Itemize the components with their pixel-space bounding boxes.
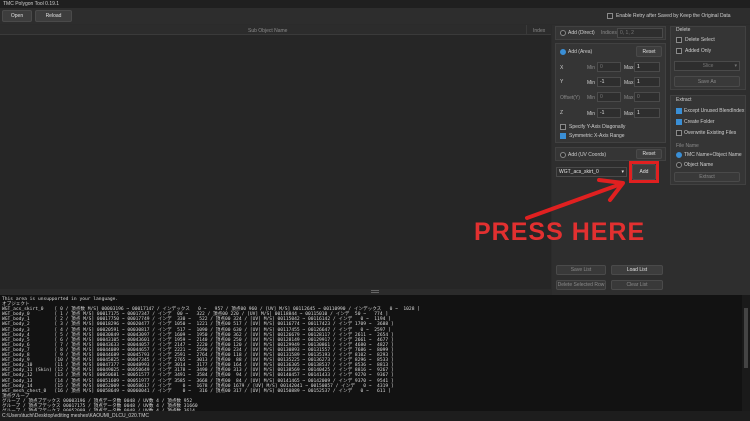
overwrite-label: Overwrite Existing Files: [684, 130, 737, 136]
header-divider: [526, 25, 527, 35]
y-min-label: Min: [587, 80, 596, 86]
x-max-input[interactable]: 1: [634, 62, 660, 72]
clear-list-button[interactable]: Clear List: [611, 280, 663, 290]
slice-dropdown-value: Slice: [702, 63, 714, 69]
log-console[interactable]: This area is unsupported in your languag…: [0, 295, 742, 411]
z-max-input[interactable]: 1: [634, 108, 660, 118]
delete-select-label: Delete Select: [685, 37, 715, 43]
sub-object-list[interactable]: [0, 25, 551, 289]
indices-label: Indices: [601, 30, 617, 36]
object-select-value: WGT_acs_skirt_0: [559, 169, 599, 175]
object-name-label: Object Name: [684, 162, 714, 168]
delete-title: Delete: [676, 27, 691, 33]
reload-button[interactable]: Reload: [35, 10, 72, 22]
offset-max-label: Max: [624, 95, 634, 101]
extract-title: Extract: [676, 97, 692, 103]
symmetric-x-axis-checkbox[interactable]: [560, 133, 566, 139]
index-header[interactable]: Index: [533, 28, 545, 34]
chevron-down-icon: ▾: [621, 169, 624, 175]
open-button[interactable]: Open: [2, 10, 32, 22]
specify-y-axis-label: Specify Y-Axis Diagonally: [569, 124, 626, 130]
log-scrollbar-thumb[interactable]: [744, 308, 748, 368]
specify-y-axis-checkbox[interactable]: [560, 124, 566, 130]
offset-min-label: Min: [587, 95, 596, 101]
offset-max-input[interactable]: 0: [634, 92, 660, 102]
extract-button[interactable]: Extract: [674, 172, 740, 182]
add-area-radio[interactable]: [560, 49, 566, 55]
status-bar: C:\Users\tuchi\Desktop\editing meshes\KA…: [0, 411, 750, 421]
y-min-input[interactable]: -1: [597, 77, 621, 87]
save-list-button[interactable]: Save List: [556, 265, 606, 275]
highlight-box: [629, 161, 659, 183]
x-max-label: Max: [624, 65, 634, 71]
delete-selected-row-button[interactable]: Delete Selected Row: [556, 280, 606, 290]
object-name-radio[interactable]: [676, 162, 682, 168]
y-label: Y: [560, 79, 564, 85]
chevron-down-icon: ▾: [734, 63, 737, 69]
save-as-button[interactable]: Save As: [674, 76, 740, 87]
add-direct-label: Add (Direct): [568, 30, 595, 36]
log-lines: オブジェクト WGT_acs_skirt_0 [ 0 / 頂点数 M/S] 000…: [2, 302, 740, 411]
add-uv-label: Add (UV Coords): [568, 152, 607, 158]
enable-retry-label: Enable Retry after Saved by Keep the Ori…: [616, 12, 731, 19]
create-folder-label: Create Folder: [684, 119, 715, 125]
add-uv-radio[interactable]: [560, 152, 566, 158]
added-only-checkbox[interactable]: [676, 48, 682, 54]
add-uv-reset-button[interactable]: Reset: [636, 149, 662, 159]
overwrite-checkbox[interactable]: [676, 130, 682, 136]
offset-min-input[interactable]: 0: [597, 92, 621, 102]
y-max-input[interactable]: 1: [634, 77, 660, 87]
title-bar: TMC Polygon Tool 0.19.1: [0, 0, 750, 8]
add-direct-radio[interactable]: [560, 30, 566, 36]
status-path: C:\Users\tuchi\Desktop\editing meshes\KA…: [2, 413, 149, 419]
symmetric-x-axis-label: Symmetric X-Axis Range: [569, 133, 625, 139]
added-only-label: Added Only: [685, 48, 712, 54]
tmc-name-radio[interactable]: [676, 152, 682, 158]
except-unused-checkbox[interactable]: [676, 108, 682, 114]
z-label: Z: [560, 110, 564, 116]
z-max-label: Max: [624, 111, 634, 117]
indices-input[interactable]: 0, 1, 2: [617, 28, 663, 38]
file-name-label: File Name: [676, 143, 699, 149]
press-here-annotation: PRESS HERE: [474, 218, 646, 246]
object-select[interactable]: WGT_acs_skirt_0 ▾: [556, 167, 627, 177]
enable-retry-checkbox[interactable]: [607, 13, 613, 19]
tmc-name-label: TMC Name+Object Name: [684, 152, 742, 158]
x-min-input[interactable]: 0: [597, 62, 621, 72]
add-area-reset-button[interactable]: Reset: [636, 46, 662, 57]
x-label: X: [560, 65, 564, 71]
create-folder-checkbox[interactable]: [676, 119, 682, 125]
offset-label: Offset(Y): [560, 95, 580, 101]
y-max-label: Max: [624, 80, 634, 86]
add-area-label: Add (Area): [568, 49, 593, 55]
splitter-handle[interactable]: [371, 290, 379, 293]
delete-select-checkbox[interactable]: [676, 37, 682, 43]
slice-dropdown[interactable]: Slice ▾: [674, 61, 740, 71]
window-title: TMC Polygon Tool 0.19.1: [3, 1, 60, 7]
load-list-button[interactable]: Load List: [611, 265, 663, 275]
z-min-label: Min: [587, 111, 596, 117]
z-min-input[interactable]: -1: [597, 108, 621, 118]
sub-object-name-header[interactable]: Sub Object Name: [248, 28, 287, 34]
x-min-label: Min: [587, 65, 596, 71]
except-unused-label: Except Unused BlendIndex: [684, 108, 745, 114]
